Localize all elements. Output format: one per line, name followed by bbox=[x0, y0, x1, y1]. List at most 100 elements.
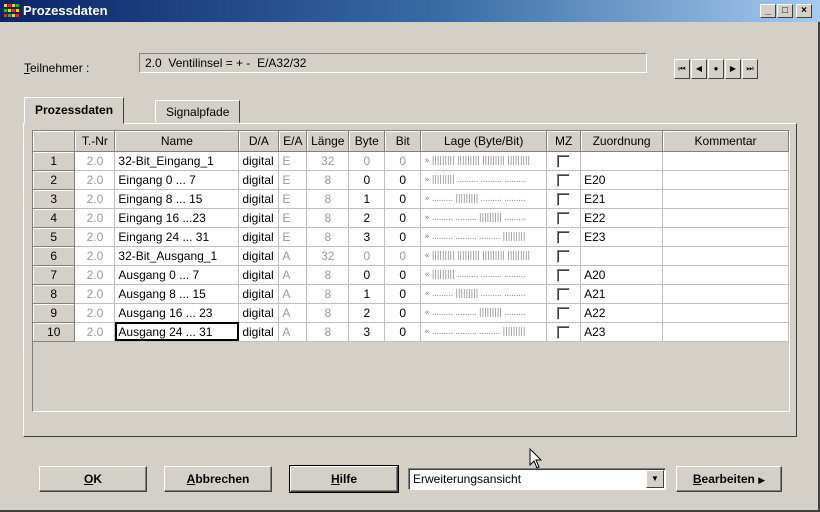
cell-zuordnung[interactable]: E20 bbox=[580, 170, 664, 190]
cell-ea[interactable]: E bbox=[278, 151, 308, 171]
table-row[interactable]: 7 2.0 Ausgang 0 ... 7 digital A 8 0 0 « ||||||||… bbox=[33, 265, 789, 285]
cell-byte[interactable]: 0 bbox=[348, 170, 386, 190]
cell-ea[interactable]: A bbox=[278, 322, 308, 342]
cell-lage[interactable]: » ......... ||||||||| ......... ........… bbox=[420, 189, 548, 209]
cell-bit[interactable]: 0 bbox=[384, 322, 422, 342]
cell-bit[interactable]: 0 bbox=[384, 246, 422, 266]
cell-byte[interactable]: 3 bbox=[348, 227, 386, 247]
row-number[interactable]: 10 bbox=[33, 322, 76, 342]
table-row[interactable]: 6 2.0 32-Bit_Ausgang_1 digital A 32 0 0 « ||||||… bbox=[33, 246, 789, 266]
cell-byte[interactable]: 2 bbox=[348, 303, 386, 323]
mz-checkbox[interactable] bbox=[557, 325, 571, 339]
row-number[interactable]: 4 bbox=[33, 208, 76, 228]
row-number[interactable]: 8 bbox=[33, 284, 76, 304]
cell-da[interactable]: digital bbox=[238, 227, 280, 247]
cell-laenge[interactable]: 8 bbox=[306, 303, 350, 323]
cell-laenge[interactable]: 8 bbox=[306, 284, 350, 304]
row-number[interactable]: 7 bbox=[33, 265, 76, 285]
cell-lage[interactable]: » ......... ......... ||||||||| ........… bbox=[420, 208, 548, 228]
cell-name[interactable]: Eingang 24 ... 31 bbox=[114, 227, 240, 247]
cell-lage[interactable]: « ......... ||||||||| ......... ........… bbox=[420, 284, 548, 304]
dropdown-arrow-icon[interactable]: ▼ bbox=[646, 470, 664, 488]
mz-checkbox[interactable] bbox=[557, 306, 571, 320]
column-header-kommentar[interactable]: Kommentar bbox=[662, 131, 789, 152]
cell-bit[interactable]: 0 bbox=[384, 303, 422, 323]
cell-da[interactable]: digital bbox=[238, 151, 280, 171]
column-header-corner[interactable] bbox=[33, 131, 76, 152]
cell-byte[interactable]: 1 bbox=[348, 189, 386, 209]
cell-da[interactable]: digital bbox=[238, 265, 280, 285]
column-header-mz[interactable]: MZ bbox=[546, 131, 582, 152]
cell-laenge[interactable]: 8 bbox=[306, 265, 350, 285]
mz-checkbox[interactable] bbox=[557, 268, 571, 282]
cell-zuordnung[interactable] bbox=[580, 246, 664, 266]
column-header-bit[interactable]: Bit bbox=[384, 131, 422, 152]
cell-lage[interactable]: » ||||||||| ......... ......... ........… bbox=[420, 170, 548, 190]
cell-name[interactable]: 32-Bit_Eingang_1 bbox=[114, 151, 240, 171]
cell-bit[interactable]: 0 bbox=[384, 151, 422, 171]
row-number[interactable]: 5 bbox=[33, 227, 76, 247]
cell-mz[interactable] bbox=[546, 227, 582, 247]
maximize-button[interactable]: □ bbox=[777, 4, 793, 18]
cell-name[interactable]: Eingang 8 ... 15 bbox=[114, 189, 240, 209]
last-record-button[interactable]: ⏭ bbox=[742, 59, 758, 79]
cell-zuordnung[interactable]: E21 bbox=[580, 189, 664, 209]
current-record-button[interactable]: ● bbox=[708, 59, 724, 79]
tab-signalpfade[interactable]: Signalpfade bbox=[155, 100, 241, 123]
cell-mz[interactable] bbox=[546, 170, 582, 190]
mz-checkbox[interactable] bbox=[557, 173, 571, 187]
column-header-tnr[interactable]: T.-Nr bbox=[74, 131, 116, 152]
cell-bit[interactable]: 0 bbox=[384, 208, 422, 228]
cell-zuordnung[interactable]: A22 bbox=[580, 303, 664, 323]
column-header-ea[interactable]: E/A bbox=[278, 131, 308, 152]
cell-ea[interactable]: A bbox=[278, 265, 308, 285]
cell-kommentar[interactable] bbox=[662, 189, 789, 209]
mz-checkbox[interactable] bbox=[557, 249, 571, 263]
mz-checkbox[interactable] bbox=[557, 287, 571, 301]
table-row[interactable]: 4 2.0 Eingang 16 ...23 digital E 8 2 0» .......… bbox=[33, 208, 789, 228]
table-row[interactable]: 8 2.0 Ausgang 8 ... 15 digital A 8 1 0 « .......… bbox=[33, 284, 789, 304]
column-header-name[interactable]: Name bbox=[114, 131, 240, 152]
column-header-byte[interactable]: Byte bbox=[348, 131, 386, 152]
cell-name[interactable]: Eingang 16 ...23 bbox=[114, 208, 240, 228]
cell-bit[interactable]: 0 bbox=[384, 189, 422, 209]
cell-mz[interactable] bbox=[546, 322, 582, 342]
cell-byte[interactable]: 2 bbox=[348, 208, 386, 228]
cell-name[interactable]: 32-Bit_Ausgang_1 bbox=[114, 246, 240, 266]
cell-zuordnung[interactable] bbox=[580, 151, 664, 171]
table-row[interactable]: 3 2.0 Eingang 8 ... 15 digital E 8 1 0» .......… bbox=[33, 189, 789, 209]
minimize-button[interactable]: _ bbox=[760, 4, 776, 18]
cell-zuordnung[interactable]: A20 bbox=[580, 265, 664, 285]
column-header-da[interactable]: D/A bbox=[238, 131, 280, 152]
cell-kommentar[interactable] bbox=[662, 208, 789, 228]
prev-record-button[interactable]: ◀ bbox=[691, 59, 707, 79]
cell-ea[interactable]: A bbox=[278, 303, 308, 323]
cell-ea[interactable]: A bbox=[278, 246, 308, 266]
cell-ea[interactable]: A bbox=[278, 284, 308, 304]
cell-kommentar[interactable] bbox=[662, 265, 789, 285]
cell-byte[interactable]: 3 bbox=[348, 322, 386, 342]
tab-prozessdaten[interactable]: Prozessdaten bbox=[24, 97, 125, 124]
title-bar[interactable]: Prozessdaten _ □ × bbox=[0, 0, 820, 22]
cell-tnr[interactable]: 2.0 bbox=[74, 227, 116, 247]
cell-byte[interactable]: 0 bbox=[348, 151, 386, 171]
cell-mz[interactable] bbox=[546, 246, 582, 266]
mz-checkbox[interactable] bbox=[557, 154, 571, 168]
row-number[interactable]: 6 bbox=[33, 246, 76, 266]
cell-laenge[interactable]: 8 bbox=[306, 227, 350, 247]
cell-laenge[interactable]: 8 bbox=[306, 170, 350, 190]
cell-zuordnung[interactable]: A21 bbox=[580, 284, 664, 304]
cancel-button[interactable]: Abbrechen bbox=[164, 466, 272, 492]
cell-name[interactable]: Ausgang 16 ... 23 bbox=[114, 303, 240, 323]
cell-laenge[interactable]: 8 bbox=[306, 322, 350, 342]
table-row[interactable]: 5 2.0 Eingang 24 ... 31 digital E 8 3 0» ......… bbox=[33, 227, 789, 247]
cell-lage[interactable]: « ......... ......... ......... ||||||||… bbox=[420, 322, 548, 342]
cell-laenge[interactable]: 8 bbox=[306, 208, 350, 228]
cell-kommentar[interactable] bbox=[662, 303, 789, 323]
cell-zuordnung[interactable]: E22 bbox=[580, 208, 664, 228]
table-row[interactable]: 2 2.0 Eingang 0 ... 7 digital E 8 0 0» ||||||||… bbox=[33, 170, 789, 190]
mz-checkbox[interactable] bbox=[557, 192, 571, 206]
cell-da[interactable]: digital bbox=[238, 170, 280, 190]
cell-lage[interactable]: » ......... ......... ......... ||||||||… bbox=[420, 227, 548, 247]
cell-kommentar[interactable] bbox=[662, 284, 789, 304]
